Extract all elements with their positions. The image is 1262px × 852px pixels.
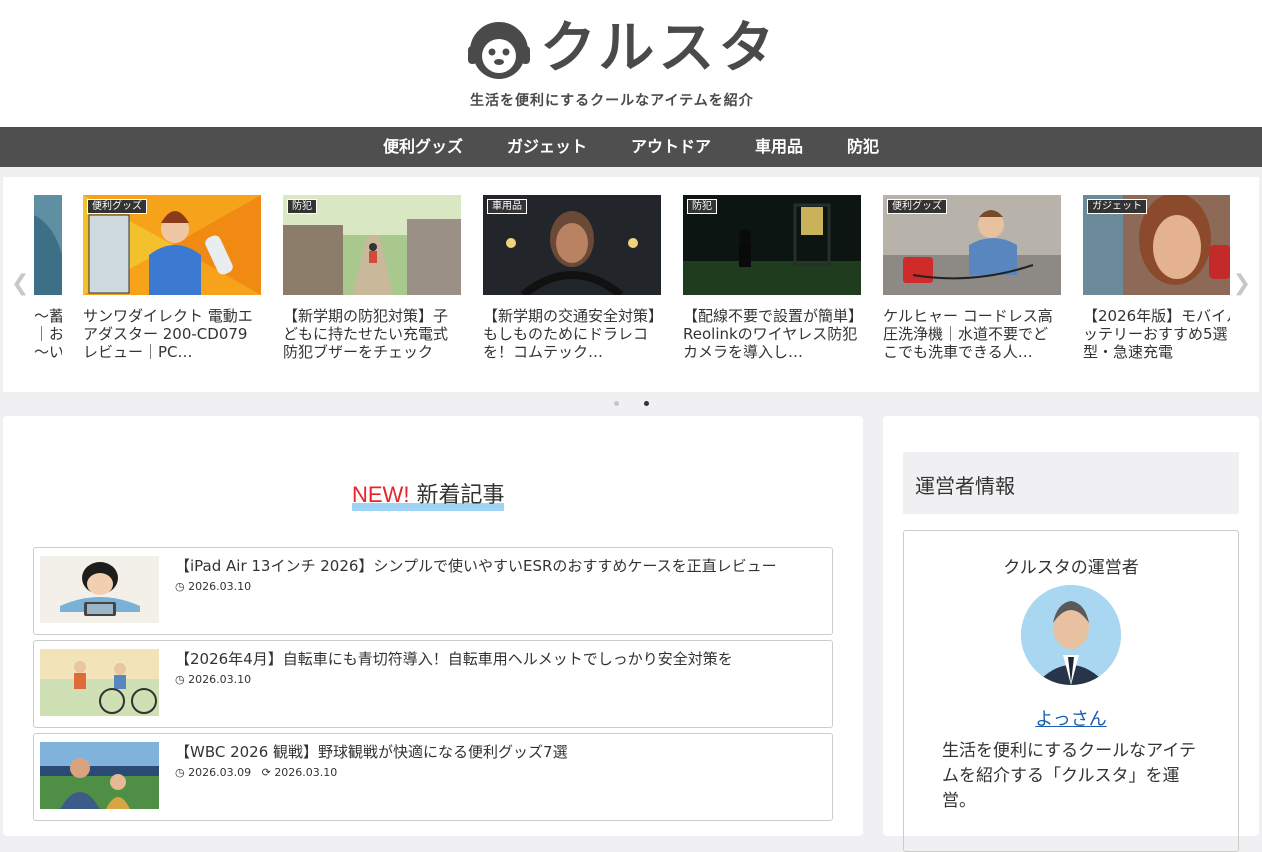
published-date: 2026.03.10 — [188, 580, 252, 593]
nav-item-security[interactable]: 防犯 — [825, 127, 901, 167]
carousel-card-title: サンワダイレクト 電動エアダスター 200-CD079レビュー｜PC… — [83, 307, 253, 361]
carousel-card-partial[interactable]: 〜蓄 ｜お 〜い… — [34, 195, 62, 385]
site-logo[interactable]: クルスタ 生活を便利にするクールなアイテムを紹介 — [466, 14, 796, 114]
category-label: ガジェット — [1087, 199, 1147, 214]
clock-icon: ◷ — [175, 673, 185, 686]
category-label: 便利グッズ — [887, 199, 947, 214]
avatar — [1021, 585, 1121, 685]
carousel-card-title: ケルヒャー コードレス高圧洗浄機｜水道不要でどこでも洗車できる人… — [883, 307, 1053, 361]
carousel-card-title: 【配線不要で設置が簡単】Reolinkのワイヤレス防犯カメラを導入し… — [683, 307, 858, 361]
nav-item-car-goods[interactable]: 車用品 — [733, 127, 825, 167]
article-date: ◷ 2026.03.10 — [175, 580, 251, 593]
profile-box: クルスタの運営者 よっさん 生活を便利にするクールなアイテムを紹介する「クルスタ… — [903, 530, 1239, 852]
site-header: クルスタ 生活を便利にするクールなアイテムを紹介 — [0, 0, 1262, 127]
chevron-right-icon[interactable]: ❯ — [1233, 272, 1251, 296]
carousel-card-title: 【2026年版】モバイルバッテリーおすすめ5選！小型・急速充電 — [1083, 307, 1230, 361]
carousel-card-thumbnail: 防犯 — [283, 195, 461, 295]
global-nav: 便利グッズ ガジェット アウトドア 車用品 防犯 — [0, 127, 1262, 167]
updated-date: 2026.03.10 — [274, 766, 338, 779]
article-thumbnail — [40, 742, 159, 809]
carousel-card[interactable]: 防犯 【配線不要で設置が簡単】Reolinkのワイヤレス防犯カメラを導入し… — [683, 195, 861, 385]
new-badge: NEW! — [352, 482, 410, 507]
carousel-card-thumbnail — [34, 195, 62, 295]
updated-icon: ⟳ — [261, 766, 271, 779]
heading-text: 新着記事 — [409, 483, 505, 508]
carousel-card[interactable]: ガジェット 【2026年版】モバイルバッテリーおすすめ5選！小型・急速充電 — [1083, 195, 1230, 385]
article-thumbnail — [40, 649, 159, 716]
article-title: 【2026年4月】自転車にも青切符導入！自転車用ヘルメットでしっかり安全対策を — [175, 650, 733, 668]
profile-title: クルスタの運営者 — [1003, 558, 1139, 578]
article-list-item[interactable]: 【iPad Air 13インチ 2026】シンプルで使いやすいESRのおすすめケ… — [33, 547, 833, 635]
category-label: 防犯 — [687, 199, 717, 214]
article-carousel: ❮ 〜蓄 ｜お 〜い… 便利グッズ — [3, 177, 1259, 392]
article-thumbnail — [40, 556, 159, 623]
carousel-dot[interactable] — [614, 401, 619, 406]
article-list-item[interactable]: 【2026年4月】自転車にも青切符導入！自転車用ヘルメットでしっかり安全対策を … — [33, 640, 833, 728]
headphone-mascot-icon — [468, 22, 530, 79]
carousel-card-thumbnail: 便利グッズ — [83, 195, 261, 295]
carousel-card-title: 〜蓄 ｜お 〜い… — [34, 307, 62, 361]
carousel-card-thumbnail: 便利グッズ — [883, 195, 1061, 295]
published-date: 2026.03.09 — [188, 766, 252, 779]
main-content: NEW! 新着記事 【iPad Air 13インチ 2026】シンプルで使いやす… — [3, 416, 863, 836]
carousel-track: 〜蓄 ｜お 〜い… 便利グッズ サンワダイレクト 電動エアダスター 200-CD… — [34, 195, 1230, 385]
clock-icon: ◷ — [175, 580, 185, 593]
sidebar: 運営者情報 クルスタの運営者 よっさん 生活を便利にするクールなアイテムを紹介す… — [883, 416, 1259, 852]
logo-text: クルスタ — [540, 16, 779, 81]
clock-icon: ◷ — [175, 766, 185, 779]
profile-description: 生活を便利にするクールなアイテムを紹介する「クルスタ」を運営。 — [942, 741, 1196, 811]
article-date: ◷ 2026.03.10 — [175, 673, 251, 686]
article-title: 【WBC 2026 観戦】野球観戦が快適になる便利グッズ7選 — [175, 743, 568, 761]
category-label: 防犯 — [287, 199, 317, 214]
published-date: 2026.03.10 — [188, 673, 252, 686]
sidebar-heading: 運営者情報 — [903, 452, 1239, 514]
carousel-card-thumbnail: 防犯 — [683, 195, 861, 295]
carousel-card-title: 【新学期の防犯対策】子どもに持たせたい充電式防犯ブザーをチェック — [283, 307, 449, 361]
carousel-card[interactable]: 便利グッズ ケルヒャー コードレス高圧洗浄機｜水道不要でどこでも洗車できる人… — [883, 195, 1061, 385]
carousel-card-thumbnail: 車用品 — [483, 195, 661, 295]
article-date: ◷ 2026.03.09 ⟳ 2026.03.10 — [175, 766, 337, 779]
carousel-pagination — [612, 399, 652, 409]
sidebar-heading-text: 運営者情報 — [915, 474, 1015, 498]
site-tagline: 生活を便利にするクールなアイテムを紹介 — [470, 93, 754, 109]
article-title: 【iPad Air 13インチ 2026】シンプルで使いやすいESRのおすすめケ… — [175, 557, 777, 575]
carousel-card-title: 【新学期の交通安全対策】もしものためにドラレコを！コムテック… — [483, 307, 656, 361]
category-label: 車用品 — [487, 199, 527, 214]
carousel-card-thumbnail: ガジェット — [1083, 195, 1230, 295]
profile-name-link[interactable]: よっさん — [904, 705, 1238, 731]
nav-item-outdoor[interactable]: アウトドア — [609, 127, 733, 167]
carousel-dot-active[interactable] — [644, 401, 649, 406]
chevron-left-icon[interactable]: ❮ — [11, 272, 29, 296]
carousel-card[interactable]: 便利グッズ サンワダイレクト 電動エアダスター 200-CD079レビュー｜PC… — [83, 195, 261, 385]
nav-item-gadget[interactable]: ガジェット — [485, 127, 609, 167]
category-label: 便利グッズ — [87, 199, 147, 214]
new-articles-heading: NEW! 新着記事 — [352, 480, 505, 511]
nav-item-benri-goods[interactable]: 便利グッズ — [361, 127, 485, 167]
article-list-item[interactable]: 【WBC 2026 観戦】野球観戦が快適になる便利グッズ7選 ◷ 2026.03… — [33, 733, 833, 821]
carousel-card[interactable]: 防犯 【新学期の防犯対策】子どもに持たせたい充電式防犯ブザーをチェック — [283, 195, 461, 385]
carousel-card[interactable]: 車用品 【新学期の交通安全対策】もしものためにドラレコを！コムテック… — [483, 195, 661, 385]
